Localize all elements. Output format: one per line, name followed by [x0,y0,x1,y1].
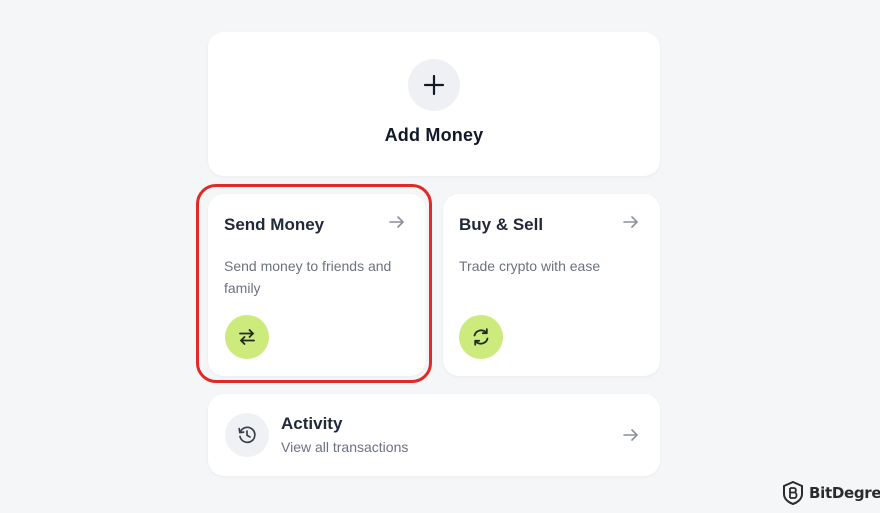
buy-sell-title: Buy & Sell [459,215,544,234]
add-money-label: Add Money [384,125,484,145]
activity-card[interactable] [208,394,660,476]
arrow-right-icon [389,216,404,228]
send-money-icon-badge [225,315,269,359]
send-money-description: Send money to friends and family [224,255,414,299]
activity-title: Activity [281,414,343,433]
send-money-description-line-1: Send money to friends and [224,258,392,274]
arrow-right-icon [623,429,638,441]
plus-icon [423,74,445,96]
buy-sell-card[interactable]: Buy & Sell Trade crypto with ease [443,194,660,376]
send-money-description-line-2: family [224,280,261,296]
refresh-icon [473,328,489,346]
send-money-card[interactable]: Send Money Send money to friends and fam… [208,194,426,376]
watermark-text: BitDegree [809,484,880,502]
bitdegree-watermark: BitDegree [782,481,880,505]
bitdegree-logo-icon [783,481,803,505]
arrow-right-icon [623,216,638,228]
history-icon [238,426,256,444]
buy-sell-icon-badge [459,315,503,359]
buy-sell-description: Trade crypto with ease [459,258,601,274]
send-money-title: Send Money [224,215,325,234]
activity-icon-badge [225,413,269,457]
add-money-button[interactable] [408,59,460,111]
swap-arrows-icon [239,329,255,345]
activity-subtitle: View all transactions [281,439,409,455]
